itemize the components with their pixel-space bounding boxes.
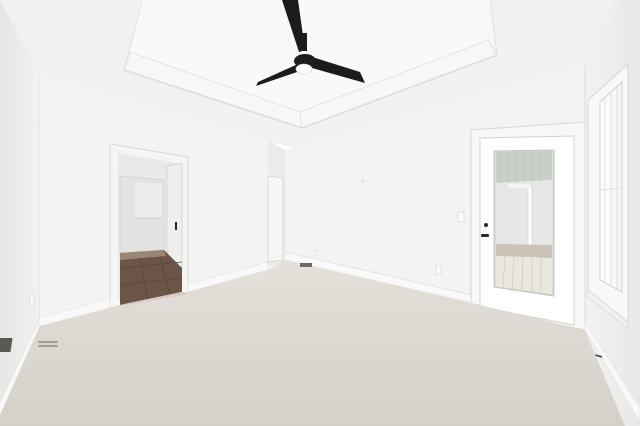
glass-panel-door	[470, 121, 586, 331]
window	[585, 62, 629, 329]
interior-door	[166, 162, 183, 271]
wall-outlet	[435, 265, 442, 275]
door-handle	[481, 234, 489, 237]
light-switch	[457, 211, 465, 223]
closed-door	[267, 175, 284, 263]
fan-light	[295, 63, 313, 75]
open-doorway	[109, 143, 189, 309]
back-floor-vent	[300, 263, 312, 267]
door-deadbolt	[484, 223, 488, 227]
bedroom-scene	[0, 0, 640, 426]
left-wall-outlet	[29, 295, 35, 306]
wall-mark	[361, 179, 365, 183]
floor-vent	[0, 338, 13, 352]
small-wall-outlet	[313, 250, 318, 257]
